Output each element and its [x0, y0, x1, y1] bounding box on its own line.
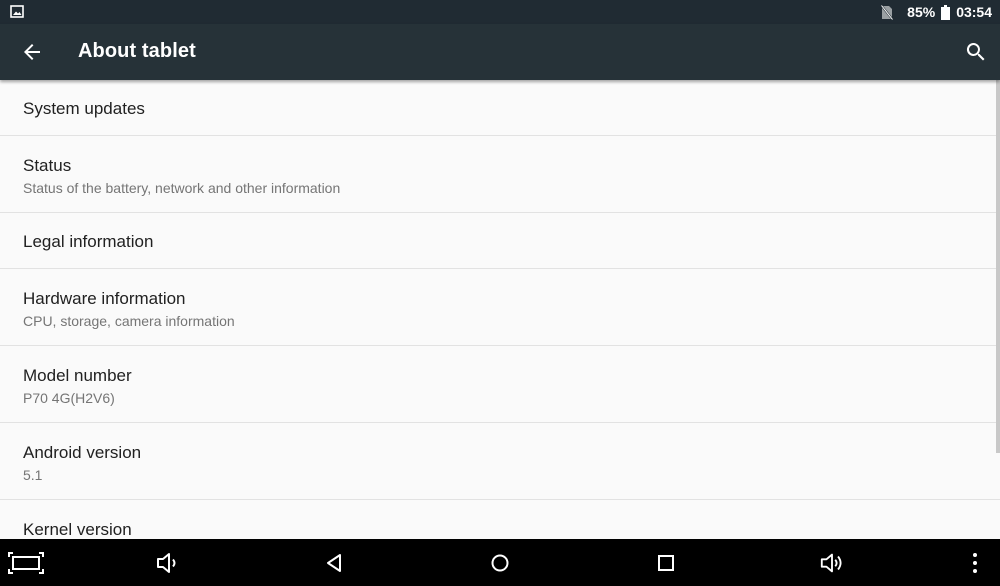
volume-up-icon[interactable]: [819, 550, 845, 576]
app-bar: About tablet: [0, 24, 1000, 80]
scrollbar[interactable]: [996, 80, 1000, 453]
setting-title: Legal information: [23, 232, 154, 251]
setting-model-number[interactable]: Model number P70 4G(H2V6): [0, 346, 1000, 423]
home-icon[interactable]: [487, 550, 513, 576]
page-title: About tablet: [78, 40, 196, 62]
battery-percent: 85%: [907, 4, 936, 20]
clock: 03:54: [956, 4, 992, 20]
setting-legal-information[interactable]: Legal information: [0, 213, 1000, 269]
overflow-menu-icon[interactable]: [962, 550, 988, 576]
settings-list: System updates Status Status of the batt…: [0, 80, 1000, 539]
setting-title: Status: [23, 156, 72, 175]
search-icon[interactable]: [964, 40, 988, 64]
navigation-bar: [0, 539, 1000, 586]
setting-title: Kernel version: [23, 520, 132, 539]
back-icon[interactable]: [321, 550, 347, 576]
back-arrow-icon[interactable]: [20, 40, 44, 64]
gallery-icon: [10, 5, 24, 18]
setting-summary: Status of the battery, network and other…: [23, 180, 341, 196]
setting-android-version[interactable]: Android version 5.1: [0, 423, 1000, 500]
setting-title: Android version: [23, 443, 142, 462]
setting-summary: 5.1: [23, 467, 43, 483]
battery-icon: [941, 4, 951, 20]
volume-down-icon[interactable]: [155, 550, 181, 576]
setting-summary: P70 4G(H2V6): [23, 390, 115, 406]
recents-icon[interactable]: [653, 550, 679, 576]
setting-status[interactable]: Status Status of the battery, network an…: [0, 136, 1000, 213]
no-sim-icon: [881, 4, 894, 20]
setting-title: Hardware information: [23, 289, 186, 308]
setting-kernel-version[interactable]: Kernel version: [0, 500, 1000, 539]
setting-system-updates[interactable]: System updates: [0, 80, 1000, 136]
status-bar: 85% 03:54: [0, 0, 1000, 24]
setting-title: System updates: [23, 99, 145, 118]
setting-hardware-information[interactable]: Hardware information CPU, storage, camer…: [0, 269, 1000, 346]
setting-title: Model number: [23, 366, 132, 385]
screenshot-icon[interactable]: [8, 550, 44, 576]
setting-summary: CPU, storage, camera information: [23, 313, 235, 329]
status-indicators: 85% 03:54: [881, 0, 992, 24]
